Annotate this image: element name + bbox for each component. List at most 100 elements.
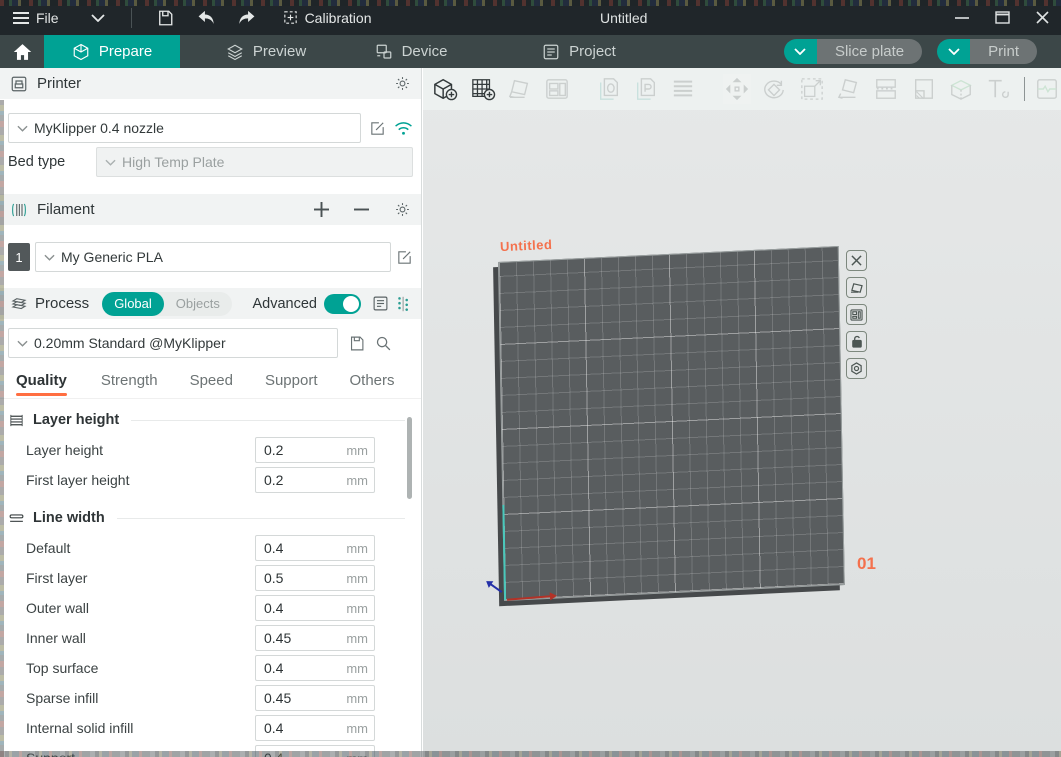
param-field: mm [255,535,375,561]
text-tool-button[interactable] [984,74,1012,104]
tab-strength[interactable]: Strength [101,372,158,398]
process-section-header: Process Global Objects Advanced [0,288,421,319]
tab-others[interactable]: Others [350,372,395,398]
redo-button[interactable] [230,3,264,33]
undo-button[interactable] [190,3,224,33]
param-input[interactable] [256,630,322,646]
close-icon [1036,11,1049,24]
tab-preview[interactable]: Preview [202,35,330,68]
printer-section-title: Printer [37,75,81,92]
minimize-button[interactable] [949,5,975,31]
param-input[interactable] [256,570,322,586]
group-line-width[interactable]: Line width [0,503,421,533]
plate-buttons [846,250,867,379]
preview-icon [226,43,244,61]
plus-icon[interactable] [314,202,329,217]
tab-quality[interactable]: Quality [16,372,67,398]
plate-name-label[interactable]: Untitled [500,237,553,254]
edit-icon[interactable] [369,120,386,137]
process-preset-value: 0.20mm Standard @MyKlipper [34,335,226,351]
save-preset-icon[interactable] [348,335,365,352]
capture-artifact-left [0,100,4,757]
y-axis-line [502,505,506,600]
param-unit: mm [322,691,374,706]
viewport-3d[interactable]: Untitled 01 [423,68,1061,757]
tab-project[interactable]: Project [518,35,640,68]
cut-button[interactable] [872,74,900,104]
gear-icon[interactable] [394,75,411,92]
arrange-plate-button[interactable] [846,304,867,325]
tab-prepare[interactable]: Prepare [44,35,180,68]
import-process-button[interactable] [632,74,660,104]
maximize-button[interactable] [989,5,1015,31]
minus-icon[interactable] [354,202,369,217]
filament-preset-select[interactable]: My Generic PLA [35,242,391,272]
param-input[interactable] [256,600,322,616]
assembly-button[interactable] [1033,74,1061,104]
scale-button[interactable] [797,74,825,104]
param-row: Outer wall mm [0,593,421,623]
param-input[interactable] [256,472,322,488]
param-label: Top surface [26,660,255,676]
search-icon[interactable] [375,335,392,352]
param-scrollbar[interactable] [407,417,412,499]
param-label: First layer [26,570,255,586]
group-layer-height[interactable]: Layer height [0,405,421,435]
import-geometry-button[interactable] [595,74,623,104]
param-input[interactable] [256,690,322,706]
list-icon[interactable] [372,295,389,312]
build-plate[interactable] [498,246,845,601]
param-input[interactable] [256,720,322,736]
scope-objects[interactable]: Objects [164,292,232,316]
bed-type-select[interactable]: High Temp Plate [96,147,413,177]
variable-layer-height-button[interactable] [910,74,938,104]
gear-icon[interactable] [394,201,411,218]
rotate-button[interactable] [760,74,788,104]
save-button[interactable] [148,3,182,33]
process-icon [10,296,28,312]
delete-plate-button[interactable] [846,250,867,271]
rotate-icon [761,77,787,101]
add-model-button[interactable] [431,74,459,104]
bed-type-label: Bed type [8,154,96,170]
scope-global[interactable]: Global [102,292,164,316]
viewport-toolbar [423,68,1061,110]
edit-icon[interactable] [396,249,413,266]
compare-icon[interactable] [396,296,411,312]
print-button[interactable]: Print [970,39,1037,64]
filament-slot-badge[interactable]: 1 [8,243,30,271]
add-plate-button[interactable] [468,74,496,104]
advanced-toggle[interactable] [324,294,361,314]
param-input[interactable] [256,442,322,458]
process-preset-select[interactable]: 0.20mm Standard @MyKlipper [8,328,338,358]
tab-device[interactable]: Device [352,35,470,68]
arrange-button[interactable] [543,74,571,104]
param-input[interactable] [256,540,322,556]
filament-section-header: Filament [0,194,421,225]
tab-speed[interactable]: Speed [190,372,233,398]
print-dropdown[interactable] [937,39,970,64]
tab-prepare-label: Prepare [99,43,152,60]
home-button[interactable] [0,35,44,68]
auto-orient-button[interactable] [506,74,534,104]
calibration-button[interactable]: Calibration [282,9,372,26]
param-input[interactable] [256,660,322,676]
place-on-face-button[interactable] [835,74,863,104]
tab-support[interactable]: Support [265,372,318,398]
color-paint-button[interactable] [947,74,975,104]
lock-plate-button[interactable] [846,331,867,352]
param-unit: mm [322,601,374,616]
slice-plate-button[interactable]: Slice plate [817,39,922,64]
param-unit: mm [322,661,374,676]
move-button[interactable] [723,74,751,104]
wifi-icon[interactable] [394,121,413,136]
close-button[interactable] [1029,5,1055,31]
file-dropdown-button[interactable] [81,3,115,33]
layers-stack-button[interactable] [669,74,697,104]
slice-plate-dropdown[interactable] [784,39,817,64]
file-menu[interactable]: File [12,10,59,26]
orient-plate-button[interactable] [846,277,867,298]
printer-preset-select[interactable]: MyKlipper 0.4 nozzle [8,113,361,143]
toolbar-divider [1024,77,1025,101]
plate-settings-button[interactable] [846,358,867,379]
